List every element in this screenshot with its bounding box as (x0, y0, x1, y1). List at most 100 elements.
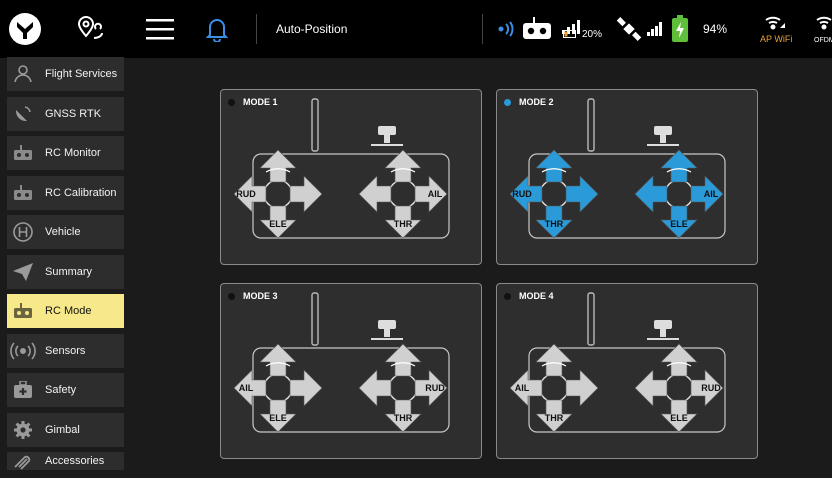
axis-label: AIL (239, 383, 254, 393)
divider (256, 14, 257, 44)
arrow-right-icon (289, 369, 323, 407)
logo-icon[interactable] (6, 10, 44, 48)
sidebar-item-label: Gimbal (45, 423, 80, 436)
axis-label: AIL (428, 189, 443, 199)
axis-label: THR (545, 413, 564, 423)
rc-controller-diagram: ELE AIL THR RUD (233, 292, 450, 433)
bell-icon[interactable] (204, 14, 230, 44)
axis-label: AIL (515, 383, 530, 393)
sidebar-item-rc-calibration[interactable]: RC Calibration (7, 175, 124, 210)
sidebar-item-label: RC Calibration (45, 186, 117, 199)
stick-ring (664, 373, 694, 403)
gps-signal-bars-icon (646, 20, 664, 38)
sidebar-item-sensors[interactable]: Sensors (7, 333, 124, 368)
mount-icon (378, 320, 396, 329)
stick-ring (539, 373, 569, 403)
sidebar-item-label: Vehicle (45, 226, 81, 238)
axis-label: ELE (269, 413, 287, 423)
sidebar-item-rc-monitor[interactable]: RC Monitor (7, 136, 124, 170)
sidebar-item-accessories[interactable]: Accessories (7, 452, 124, 470)
arrow-right-icon (289, 175, 323, 213)
axis-label: ELE (670, 219, 688, 229)
arrow-up-icon (259, 343, 297, 377)
paper-plane-icon (7, 255, 39, 289)
arrow-up-icon (660, 149, 698, 183)
antenna-icon (587, 292, 595, 346)
mount-icon (378, 126, 396, 135)
first-aid-kit-icon (7, 373, 39, 407)
right-stick-diagram: THR AIL (358, 149, 448, 239)
sidebar-item-gnss-rtk[interactable]: GNSS RTK (7, 96, 124, 131)
remote-controller-icon (7, 294, 39, 328)
arrow-up-icon (384, 343, 422, 377)
mode-panel-1[interactable]: MODE 1 ELE RUD THR AIL (220, 89, 482, 265)
arrow-up-icon (384, 149, 422, 183)
sidebar-item-flight-services[interactable]: Flight Services (7, 57, 124, 91)
axis-label: RUD (236, 189, 256, 199)
flight-mode-title[interactable]: Auto-Position (276, 20, 347, 38)
battery-percent: 94% (703, 22, 728, 36)
rc-controller-diagram: ELE RUD THR AIL (233, 98, 450, 239)
arrow-left-icon (358, 369, 392, 407)
sidebar-item-gimbal[interactable]: Gimbal (7, 412, 124, 447)
axis-label: THR (545, 219, 564, 229)
axis-label: ELE (670, 413, 688, 423)
ofdm-signal-icon (815, 14, 832, 30)
axis-label: ELE (269, 219, 287, 229)
antenna-icon (587, 98, 595, 152)
mount-icon (654, 126, 672, 135)
battery-icon (670, 14, 690, 44)
arrow-right-icon (565, 369, 599, 407)
sidebar-item-safety[interactable]: Safety (7, 373, 124, 407)
sidebar-item-rc-mode[interactable]: RC Mode (7, 294, 124, 328)
sidebar-item-vehicle[interactable]: Vehicle (7, 215, 124, 249)
remote-controller-icon (520, 16, 554, 42)
person-pin-icon (7, 57, 39, 91)
axis-label: AIL (704, 189, 719, 199)
hamburger-menu-icon[interactable] (143, 14, 177, 44)
mode-panel-4[interactable]: MODE 4 THR AIL ELE RUD (496, 283, 758, 459)
rc-mode-content: MODE 1 ELE RUD THR AIL MODE 2 THR RUD ELE AIL MO… (132, 58, 832, 470)
right-stick-diagram: THR RUD (358, 343, 448, 433)
right-stick-diagram: ELE RUD (634, 343, 724, 433)
arrow-up-icon (535, 149, 573, 183)
mode-panel-3[interactable]: MODE 3 ELE AIL THR RUD (220, 283, 482, 459)
sidebar-item-label: Sensors (45, 344, 86, 357)
sidebar-item-label: RC Monitor (45, 147, 101, 159)
antenna-icon (311, 292, 319, 346)
axis-label: RUD (512, 189, 532, 199)
remote-controller-icon (7, 136, 39, 170)
axis-label: THR (394, 219, 413, 229)
sidebar: Flight Services GNSS RTK RC Monitor RC Cali… (0, 57, 132, 470)
mode-panel-2[interactable]: MODE 2 THR RUD ELE AIL (496, 89, 758, 265)
paperclip-icon (7, 444, 39, 478)
sidebar-item-label: Safety (45, 384, 77, 396)
axis-label: RUD (425, 383, 445, 393)
map-pin-route-icon[interactable] (72, 12, 108, 46)
h-circle-icon (7, 215, 39, 249)
left-stick-diagram: ELE AIL (233, 343, 323, 433)
sidebar-item-label: GNSS RTK (45, 107, 102, 120)
axis-label: RUD (701, 383, 721, 393)
arrow-left-icon (634, 175, 668, 213)
top-bar: Auto-Position 20% 94% AP WiFi OFDM (0, 0, 832, 58)
stick-ring (263, 373, 293, 403)
arrow-up-icon (660, 343, 698, 377)
sidebar-item-summary[interactable]: Summary (7, 254, 124, 289)
antenna-icon (311, 98, 319, 152)
sidebar-item-label: Accessories (45, 455, 105, 467)
stick-ring (263, 179, 293, 209)
arrow-left-icon (634, 369, 668, 407)
rc-controller-diagram: THR AIL ELE RUD (509, 292, 726, 433)
arrow-up-icon (535, 343, 573, 377)
rc-controller-diagram: THR RUD ELE AIL (509, 98, 726, 239)
left-stick-diagram: ELE RUD (233, 149, 323, 239)
left-stick-diagram: THR RUD (509, 149, 599, 239)
remote-controller-icon (7, 176, 39, 210)
right-stick-diagram: ELE AIL (634, 149, 724, 239)
sidebar-item-label: Summary (45, 265, 93, 278)
stick-ring (388, 179, 418, 209)
arrow-left-icon (358, 175, 392, 213)
stick-ring (539, 179, 569, 209)
rc-battery-text: 20% (582, 28, 603, 40)
